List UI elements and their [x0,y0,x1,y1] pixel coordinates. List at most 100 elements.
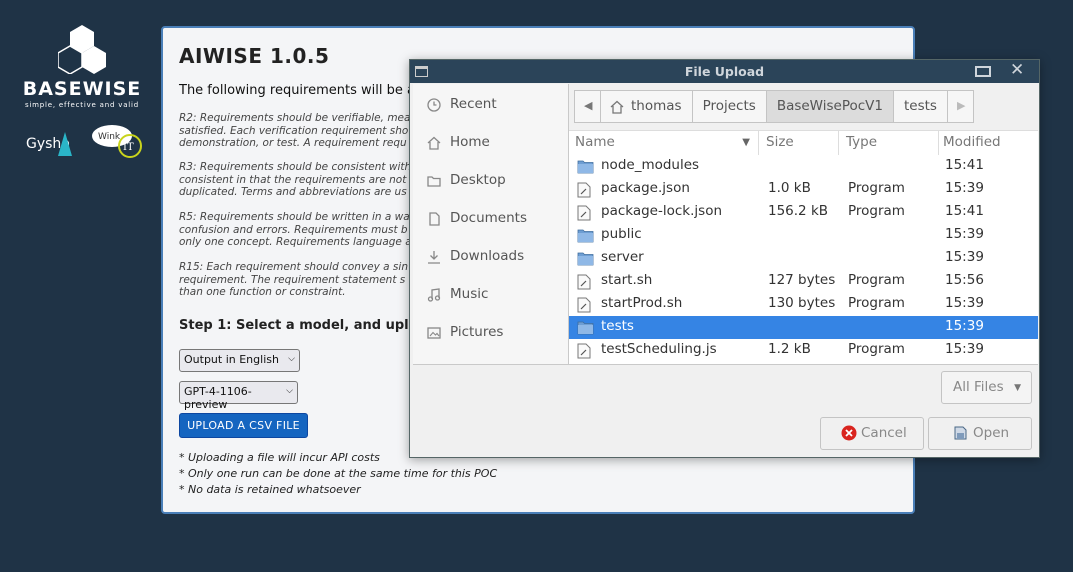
file-row[interactable]: package-lock.json 156.2 kB Program 15:41 [569,201,1038,224]
file-name: public [601,226,642,242]
close-icon[interactable]: ✕ [1010,60,1024,80]
sidebar-item-recent[interactable]: Recent [413,87,569,123]
music-icon [427,288,441,302]
file-type: Program [848,272,905,288]
file-modified: 15:56 [945,272,984,288]
language-select[interactable]: Output in English ⌵ [179,349,300,372]
path-crumb-basewisepocv1[interactable]: BaseWisePocV1 [765,90,894,123]
file-type: Program [848,203,905,219]
file-size: 1.0 kB [768,180,811,196]
language-select-value: Output in English [184,353,279,366]
winkit-logo-icon: Wink IT [92,125,142,158]
home-icon [427,136,441,150]
file-row[interactable]: testScheduling.js 1.2 kB Program 15:39 [569,339,1038,362]
document-icon [429,212,440,226]
requirement-r5: R5: Requirements should be written in a … [179,211,412,249]
partner-logos: Gysho Wink IT [24,124,146,160]
gysho-mark-icon [58,132,72,156]
file-icon [577,297,591,317]
chevron-down-icon: ⌵ [288,354,295,364]
sidebar-item-desktop[interactable]: Desktop [413,163,569,199]
file-modified: 15:39 [945,249,984,265]
file-type: Program [848,341,905,357]
file-upload-dialog: File Upload ✕ Recent Home Desktop Docume… [409,59,1040,458]
path-crumb-home[interactable]: thomas [600,90,693,123]
brand-tagline: simple, effective and valid [24,101,140,109]
file-name: server [601,249,644,265]
upload-csv-button[interactable]: UPLOAD A CSV FILE [179,413,308,438]
file-modified: 15:41 [945,203,984,219]
file-modified: 15:39 [945,180,984,196]
file-row[interactable]: node_modules 15:41 [569,155,1038,178]
picture-icon [427,327,441,339]
file-type-filter[interactable]: All Files ▼ [941,371,1032,404]
sidebar-item-pictures[interactable]: Pictures [413,315,569,351]
note-no-retention: * No data is retained whatsoever [179,483,361,496]
app-title: AIWISE 1.0.5 [179,44,330,68]
partner-it: IT [123,142,134,153]
places-sidebar: Recent Home Desktop Documents Downloads … [413,84,569,364]
folder-icon [427,176,441,187]
sidebar-item-music[interactable]: Music [413,277,569,313]
file-name: package.json [601,180,690,196]
maximize-icon[interactable] [975,66,991,77]
file-name: node_modules [601,157,700,173]
cancel-button[interactable]: Cancel [820,417,924,450]
file-size: 130 bytes [768,295,836,311]
file-type: Program [848,295,905,311]
dialog-titlebar[interactable]: File Upload ✕ [410,60,1039,83]
file-name: tests [601,318,634,334]
requirement-r3: R3: Requirements should be consistent wi… [179,161,412,199]
column-header-size[interactable]: Size [759,131,839,155]
sidebar-item-home[interactable]: Home [413,125,569,161]
open-file-icon [954,426,967,440]
path-back-button[interactable]: ◀ [574,90,601,123]
file-row[interactable]: package.json 1.0 kB Program 15:39 [569,178,1038,201]
file-row[interactable]: startProd.sh 130 bytes Program 15:39 [569,293,1038,316]
path-crumb-projects[interactable]: Projects [691,90,767,123]
file-row[interactable]: start.sh 127 bytes Program 15:56 [569,270,1038,293]
path-forward-button[interactable]: ▶ [946,90,974,123]
folder-icon [577,159,594,178]
download-icon [428,251,440,264]
brand-area: BASEWISE simple, effective and valid [20,24,144,109]
file-modified: 15:39 [945,295,984,311]
chevron-left-icon: ◀ [584,99,593,112]
column-header-name[interactable]: Name ▼ [569,131,759,155]
brand-name: BASEWISE [22,78,142,100]
path-crumb-tests[interactable]: tests [893,90,948,123]
chevron-down-icon: ⌵ [286,386,293,396]
step1-heading: Step 1: Select a model, and uplo [179,318,418,333]
file-name: package-lock.json [601,203,723,219]
chevron-right-icon: ▶ [956,99,966,112]
file-icon [577,182,591,202]
folder-icon [577,320,594,339]
file-row[interactable]: server 15:39 [569,247,1038,270]
note-one-run: * Only one run can be done at the same t… [179,467,498,480]
column-header-type[interactable]: Type [839,131,939,155]
basewise-logo-icon [58,25,106,74]
file-icon [577,205,591,225]
sort-descending-icon: ▼ [742,137,750,148]
file-size: 156.2 kB [768,203,829,219]
sidebar-item-documents[interactable]: Documents [413,201,569,237]
path-bar: ◀ thomas Projects BaseWisePocV1 tests ▶ [574,90,974,123]
file-size: 127 bytes [768,272,836,288]
note-api-costs: * Uploading a file will incur API costs [179,451,380,464]
open-button[interactable]: Open [928,417,1032,450]
file-row[interactable]: tests 15:39 [569,316,1038,339]
column-header-modified[interactable]: Modified [939,131,1038,155]
file-name: startProd.sh [601,295,683,311]
file-type: Program [848,180,905,196]
file-modified: 15:41 [945,157,984,173]
dialog-title: File Upload [684,64,765,79]
folder-icon [577,251,594,270]
model-select[interactable]: GPT-4-1106-preview ⌵ [179,381,298,411]
clock-icon [427,98,441,112]
file-row[interactable]: public 15:39 [569,224,1038,247]
folder-icon [577,228,594,247]
file-modified: 15:39 [945,226,984,242]
file-name: testScheduling.js [601,341,717,357]
file-list: Name ▼ Size Type Modified node_modules 15… [569,130,1038,364]
sidebar-item-downloads[interactable]: Downloads [413,239,569,275]
